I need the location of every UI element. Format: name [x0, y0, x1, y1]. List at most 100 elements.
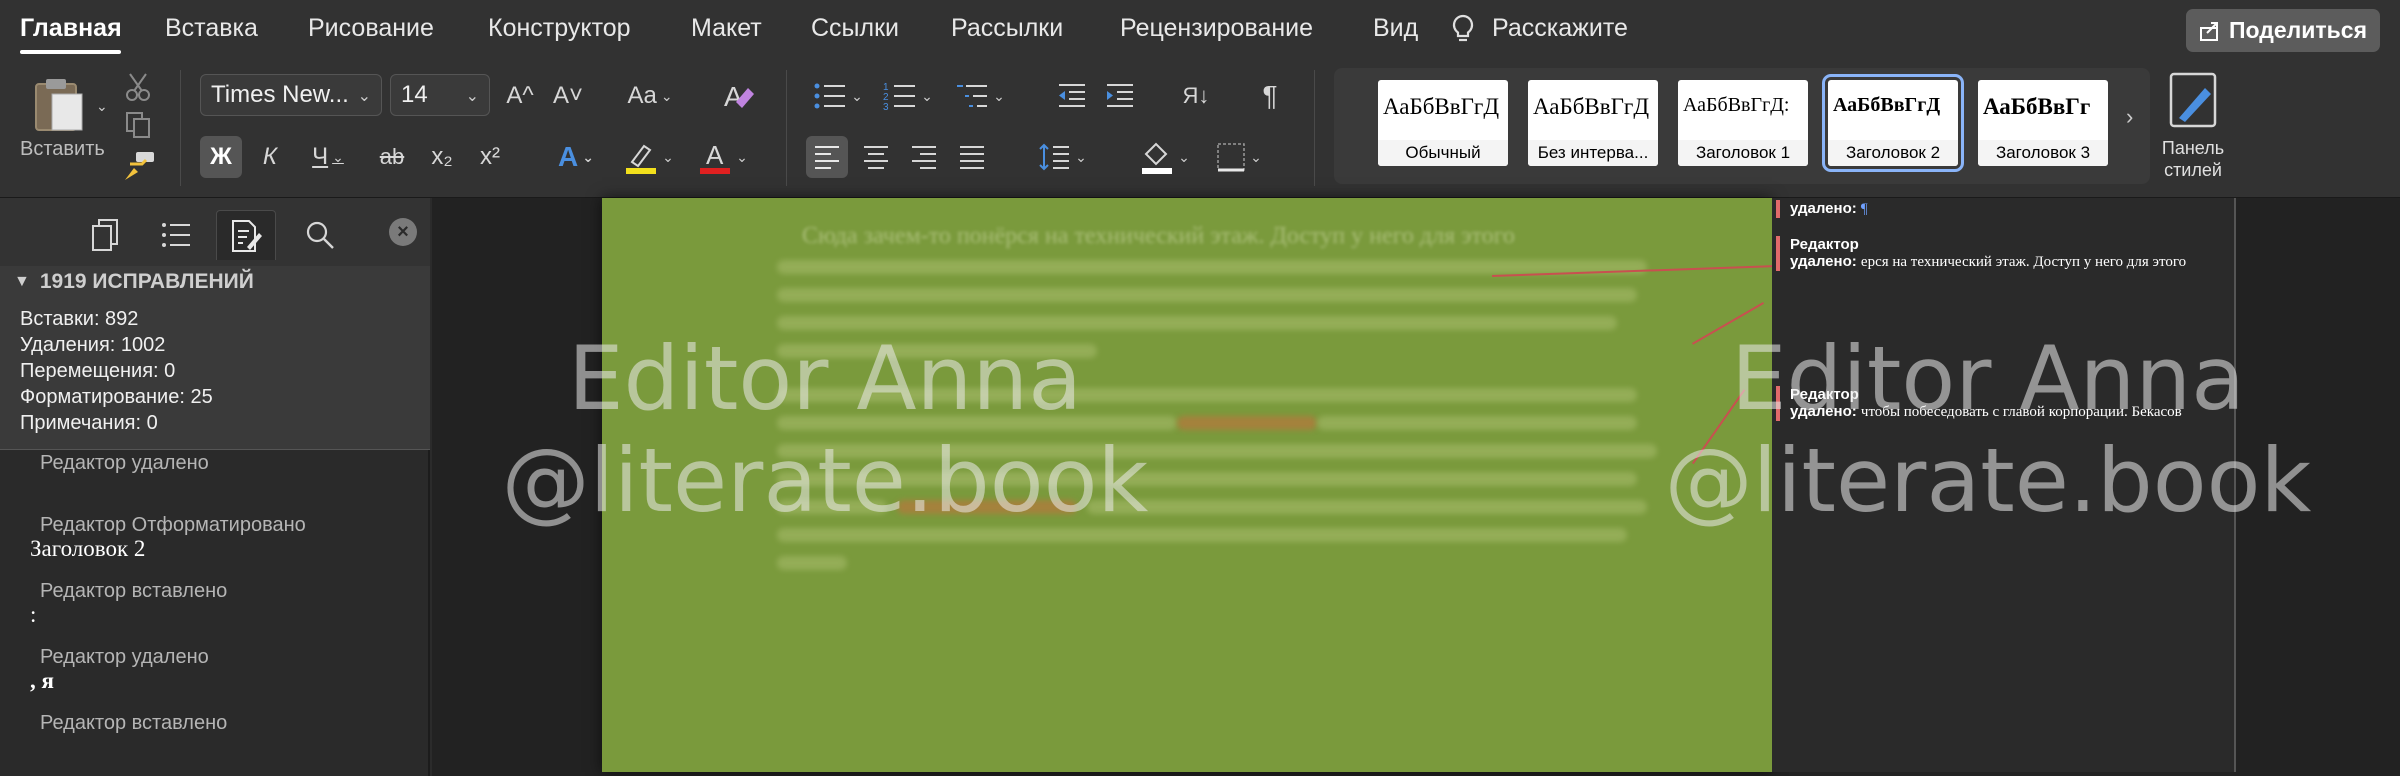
change-case-button[interactable]: Aa ⌄: [620, 76, 680, 116]
clear-formatting-icon[interactable]: A: [722, 78, 758, 114]
bullet-list-icon: [814, 83, 846, 109]
paragraph-line: Сюда зачем-то понёрся на технический эта…: [802, 223, 1515, 249]
style-name: Заголовок 3: [1978, 140, 2108, 166]
tab-mailings[interactable]: Рассылки: [951, 14, 1063, 43]
svg-text:A: A: [706, 140, 724, 170]
style-no-spacing[interactable]: АаБбВвГгД Без интерва...: [1528, 80, 1658, 166]
tab-design[interactable]: Конструктор: [488, 14, 631, 43]
text-effects-button[interactable]: A ⌄: [546, 136, 606, 178]
indent-icon: [1107, 84, 1133, 107]
text-effects-icon: A: [558, 141, 579, 172]
highlight-color-button[interactable]: ⌄: [616, 136, 682, 178]
shading-button[interactable]: ⌄: [1132, 136, 1198, 178]
thumbnails-tab[interactable]: [76, 210, 136, 260]
stat-moves: Перемещения: 0: [20, 360, 176, 382]
tab-layout[interactable]: Макет: [691, 14, 762, 43]
style-normal[interactable]: АаБбВвГгД Обычный: [1378, 80, 1508, 166]
style-name: Без интерва...: [1528, 140, 1658, 166]
paint-bucket-icon: [1142, 142, 1173, 174]
bullets-button[interactable]: ⌄: [806, 76, 870, 116]
cut-icon[interactable]: [124, 72, 152, 102]
chevron-right-icon[interactable]: ›: [2126, 104, 2133, 130]
revisions-summary: Вставки: 892 Удаления: 1002 Перемещения:…: [0, 298, 430, 450]
change-case-icon: Aa: [627, 82, 657, 109]
increase-indent-button[interactable]: [1100, 76, 1140, 116]
align-left-button[interactable]: [806, 136, 848, 178]
revisions-header[interactable]: ▼ 1919 ИСПРАВЛЕНИЙ: [0, 266, 430, 298]
style-heading-1[interactable]: АаБбВвГгД: Заголовок 1: [1678, 80, 1808, 166]
numbered-list-icon: 1 2 3: [883, 82, 916, 111]
tab-draw[interactable]: Рисование: [308, 14, 434, 43]
ribbon-separator: [786, 70, 787, 186]
strikethrough-icon: ab: [379, 144, 405, 169]
styles-pane-button[interactable]: Панель стилей: [2158, 72, 2228, 181]
numbering-button[interactable]: 1 2 3 ⌄: [876, 76, 940, 116]
outdent-icon: [1059, 84, 1085, 107]
edit-document-icon: [232, 219, 262, 252]
borders-button[interactable]: ⌄: [1206, 136, 1272, 178]
superscript-button[interactable]: x²: [470, 136, 510, 178]
bold-button[interactable]: Ж: [200, 136, 242, 178]
styles-pane-icon: [2169, 72, 2217, 128]
tab-view[interactable]: Вид: [1373, 14, 1418, 43]
highlighter-icon: [626, 144, 657, 174]
font-size-combo[interactable]: 14 ⌄: [390, 74, 490, 116]
tab-home[interactable]: Главная: [20, 14, 122, 43]
copy-icon[interactable]: [124, 110, 152, 140]
sort-button[interactable]: Я↓: [1176, 76, 1216, 116]
underline-button[interactable]: Ч ⌄: [296, 136, 360, 178]
align-right-button[interactable]: [904, 136, 944, 178]
tell-me-search[interactable]: Расскажите: [1492, 14, 1628, 43]
justify-button[interactable]: [952, 136, 992, 178]
balloon-label: удалено:: [1790, 253, 1857, 270]
font-name-combo[interactable]: Times New... ⌄: [200, 74, 382, 116]
style-heading-2[interactable]: АаБбВвГгД Заголовок 2: [1822, 74, 1964, 172]
style-preview: АаБбВвГгД: [1383, 94, 1500, 119]
shrink-font-button[interactable]: A˅: [548, 76, 588, 116]
italic-icon: К: [262, 143, 278, 170]
share-button[interactable]: Поделиться: [2186, 9, 2380, 52]
document-paragraph[interactable]: Сюда зачем-то понёрся на технический эта…: [802, 223, 1682, 250]
close-icon[interactable]: ×: [389, 218, 417, 246]
chevron-down-icon: ⌄: [465, 88, 479, 105]
revision-meta: Редактор удалено: [40, 452, 209, 474]
subscript-button[interactable]: x₂: [422, 136, 462, 178]
superscript-icon: x²: [480, 143, 500, 170]
align-left-icon: [815, 146, 839, 169]
line-spacing-button[interactable]: ⌄: [1030, 136, 1096, 178]
paste-dropdown-chevron[interactable]: ⌄: [96, 98, 108, 115]
font-color-button[interactable]: A ⌄: [690, 136, 756, 178]
navigation-pane-tabs: ×: [0, 198, 430, 266]
show-formatting-marks-button[interactable]: ¶: [1250, 76, 1290, 116]
decrease-indent-button[interactable]: [1052, 76, 1092, 116]
multilevel-list-icon: [957, 85, 988, 107]
outline-tab[interactable]: [146, 210, 206, 260]
tab-insert[interactable]: Вставка: [165, 14, 258, 43]
style-name: Обычный: [1378, 140, 1508, 166]
paste-icon[interactable]: [30, 76, 90, 134]
shrink-font-icon: A˅: [552, 82, 584, 109]
style-preview: АаБбВвГгД: [1533, 94, 1650, 119]
list-icon: [162, 223, 190, 247]
tab-review[interactable]: Рецензирование: [1120, 14, 1313, 43]
strikethrough-button[interactable]: ab: [370, 136, 414, 178]
collapse-triangle-icon[interactable]: ▼: [14, 273, 30, 291]
styles-gallery: АаБбВвГгД Обычный АаБбВвГгД Без интерва.…: [1334, 68, 2150, 184]
search-tab[interactable]: [290, 210, 350, 260]
balloon-text: ¶: [1860, 201, 1868, 217]
grow-font-button[interactable]: A^: [500, 76, 540, 116]
ribbon-separator: [1314, 70, 1315, 186]
italic-button[interactable]: К: [250, 136, 290, 178]
multilevel-list-button[interactable]: ⌄: [948, 76, 1012, 116]
revisions-tab[interactable]: [216, 210, 276, 260]
revision-balloon[interactable]: Редактор удалено: ерся на технический эт…: [1776, 236, 2186, 271]
sort-icon: Я↓: [1182, 83, 1210, 108]
line-spacing-icon: [1039, 143, 1070, 171]
style-heading-3[interactable]: АаБбВвГг Заголовок 3: [1978, 80, 2108, 166]
tab-references[interactable]: Ссылки: [811, 14, 899, 43]
format-painter-icon[interactable]: [122, 150, 156, 184]
revision-balloon[interactable]: удалено: ¶: [1776, 200, 1868, 218]
align-center-button[interactable]: [856, 136, 896, 178]
lightbulb-icon[interactable]: [1451, 14, 1475, 44]
ribbon-toolbar: ⌄ Вставить Times New... ⌄ 14 ⌄ A^ A˅ Aa ⌄…: [0, 58, 2400, 198]
